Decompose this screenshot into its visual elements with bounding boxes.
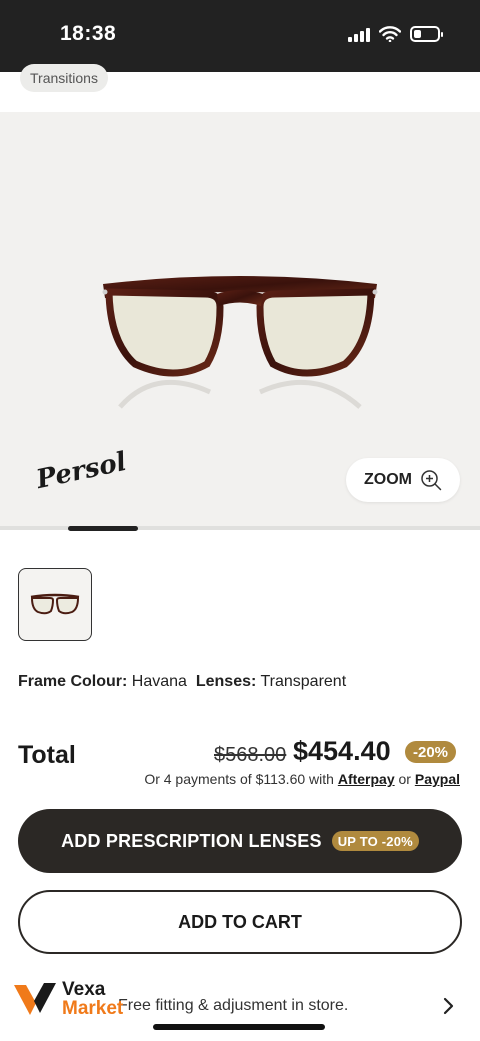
installments-text: Or 4 payments of $113.60 with	[144, 771, 334, 787]
free-fitting-text: Free fitting & adjusment in store.	[118, 997, 349, 1014]
add-prescription-label: ADD PRESCRIPTION LENSES	[61, 830, 322, 851]
wifi-icon	[379, 26, 401, 42]
add-prescription-lenses-button[interactable]: ADD PRESCRIPTION LENSES UP TO -20%	[18, 809, 462, 873]
vexa-logo-icon	[14, 983, 56, 1015]
cellular-signal-icon	[348, 26, 370, 42]
installments-or: or	[398, 771, 411, 787]
installments-info: Or 4 payments of $113.60 with Afterpay o…	[144, 771, 460, 787]
status-time: 18:38	[60, 22, 117, 45]
sale-price: $454.40	[293, 736, 391, 766]
battery-icon	[410, 26, 443, 42]
home-indicator	[153, 1024, 325, 1030]
glasses-thumbnail-icon	[30, 593, 80, 614]
prescription-discount-badge: UP TO -20%	[331, 831, 419, 851]
zoom-label: ZOOM	[364, 471, 412, 488]
gallery-scroll-indicator	[68, 526, 138, 531]
paypal-link[interactable]: Paypal	[415, 771, 460, 787]
product-thumbnail[interactable]	[18, 568, 92, 641]
frame-details: Frame Colour: Havana Lenses: Transparent	[18, 673, 346, 691]
original-price: $568.00	[214, 744, 287, 766]
total-label: Total	[18, 741, 76, 769]
add-to-cart-button[interactable]: ADD TO CART	[18, 890, 462, 954]
frame-colour-value: Havana	[131, 673, 187, 690]
watermark-top: Vexa	[62, 979, 106, 1000]
product-image-gallery[interactable]: Persol ZOOM	[0, 112, 480, 526]
zoom-in-icon	[421, 470, 442, 491]
watermark-bottom: Market	[62, 998, 124, 1019]
zoom-button[interactable]: ZOOM	[346, 458, 460, 502]
status-bar: 18:38	[0, 0, 480, 72]
lenses-value: Transparent	[260, 673, 347, 690]
battery-fill	[414, 30, 421, 38]
brand-logo: Persol	[33, 446, 130, 496]
watermark: Vexa Market	[12, 974, 123, 1024]
afterpay-link[interactable]: Afterpay	[338, 771, 395, 787]
frame-colour-label: Frame Colour:	[18, 673, 128, 690]
filter-chip-transitions[interactable]: Transitions	[20, 64, 108, 92]
lenses-label: Lenses:	[195, 673, 257, 690]
status-icons	[348, 26, 443, 42]
chip-label: Transitions	[30, 70, 98, 86]
chevron-right-icon	[443, 997, 454, 1015]
discount-badge: -20%	[405, 741, 457, 763]
glasses-image	[102, 276, 378, 409]
add-to-cart-label: ADD TO CART	[178, 911, 302, 932]
watermark-text: Vexa Market	[62, 980, 123, 1018]
